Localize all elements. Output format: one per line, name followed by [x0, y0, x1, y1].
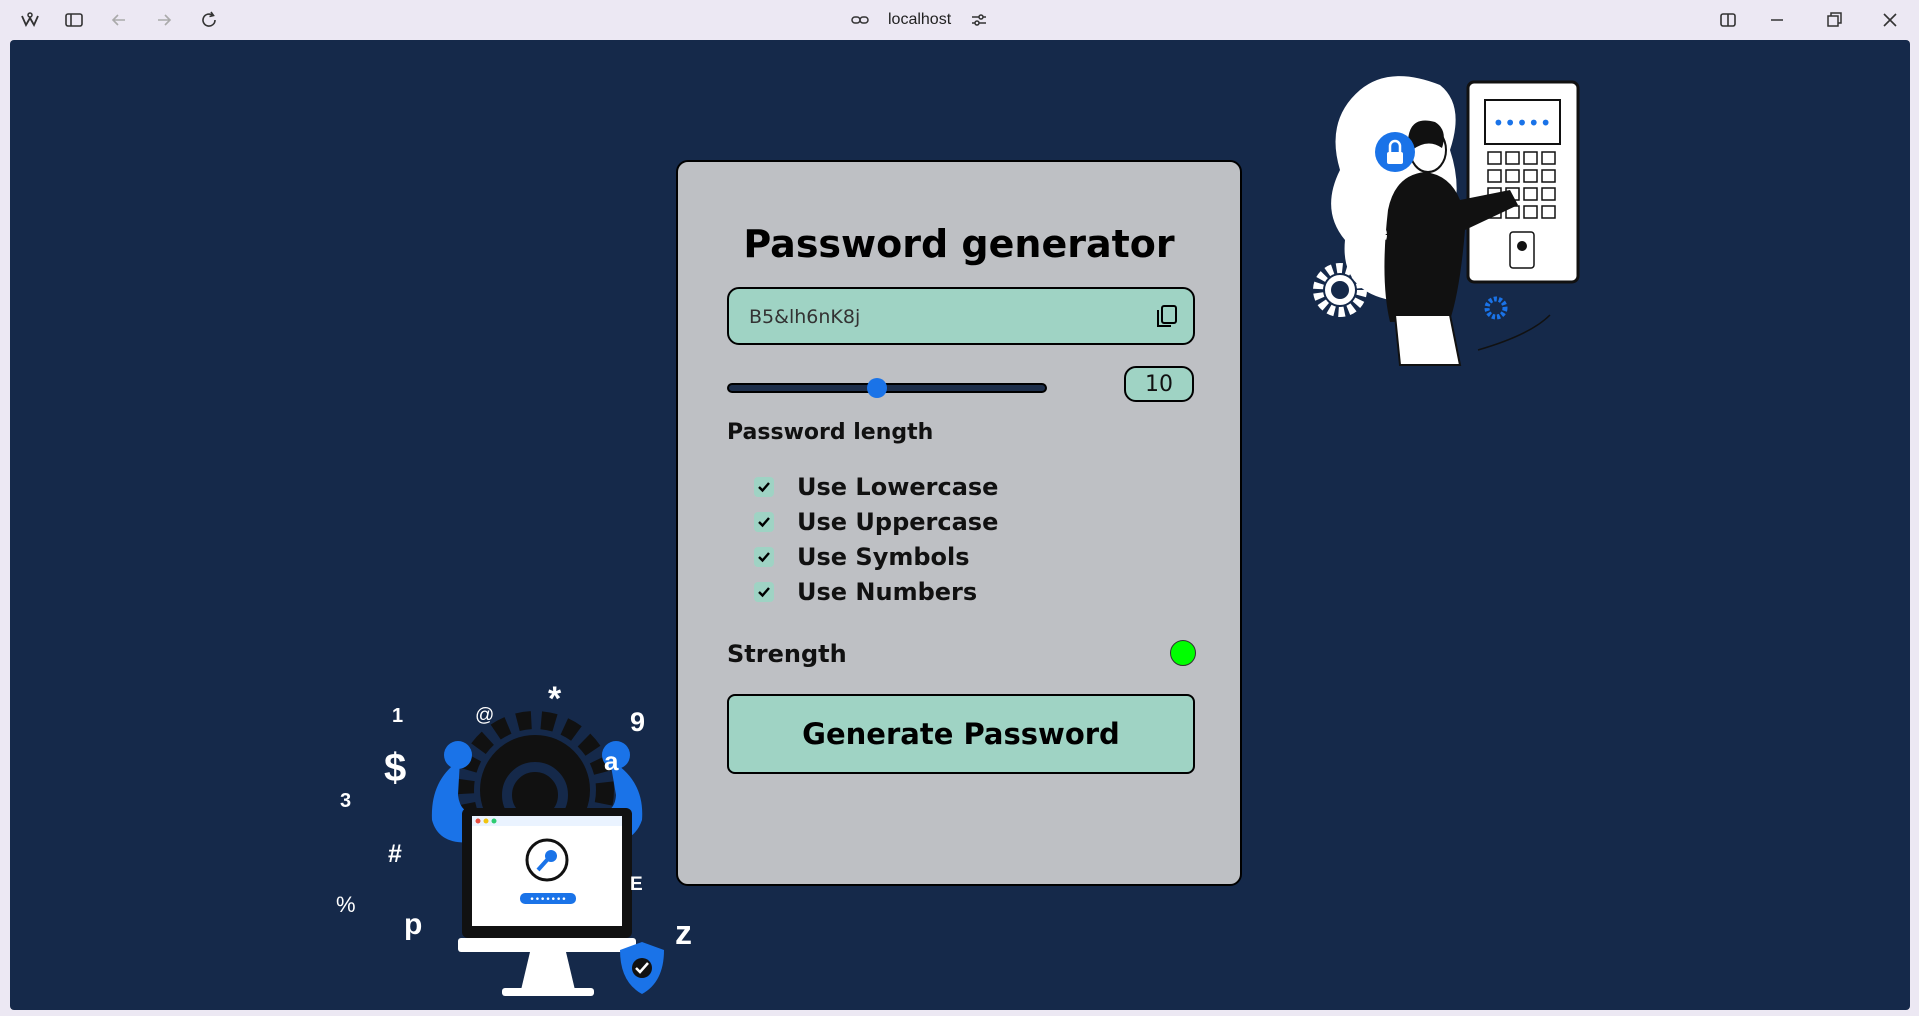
option-symbols[interactable]: Use Symbols — [754, 539, 998, 574]
generate-password-button[interactable]: Generate Password — [727, 694, 1195, 774]
float-char: 1 — [392, 705, 404, 727]
options-list: Use Lowercase Use Uppercase Use Symbols … — [754, 469, 998, 609]
browser-logo-icon[interactable] — [16, 6, 44, 34]
option-lowercase[interactable]: Use Lowercase — [754, 469, 998, 504]
float-char: p — [404, 908, 423, 941]
forward-arrow-icon[interactable] — [150, 6, 178, 34]
page-title: Password generator — [743, 222, 1175, 266]
option-label: Use Lowercase — [797, 472, 999, 501]
float-char: % — [336, 892, 356, 917]
password-generator-card: Password generator B5&lh6nK8j 10 Passwor… — [676, 160, 1242, 886]
page-viewport: ••••• ••••••• 1 @ * 9 $ a 3 # E % p z Pa… — [10, 40, 1910, 1010]
length-value-box[interactable]: 10 — [1124, 366, 1194, 402]
strength-indicator — [1170, 640, 1196, 666]
blue-gear-icon — [1484, 296, 1508, 320]
float-char: @ — [475, 705, 495, 726]
link-icon — [851, 16, 869, 24]
gear-icon — [1313, 263, 1367, 317]
float-char: * — [548, 680, 562, 718]
keypad-person-illustration: ••••• — [1313, 76, 1580, 366]
option-uppercase[interactable]: Use Uppercase — [754, 504, 998, 539]
password-text: B5&lh6nK8j — [749, 306, 861, 328]
restore-icon[interactable] — [1820, 6, 1848, 34]
keypad-screen-text: ••••• — [1493, 111, 1552, 135]
option-label: Use Symbols — [797, 542, 970, 571]
float-char: 9 — [630, 707, 646, 737]
float-char: $ — [384, 746, 407, 790]
checkbox-lowercase[interactable] — [754, 476, 774, 497]
float-char: a — [604, 746, 619, 776]
split-view-icon[interactable] — [1714, 6, 1742, 34]
copy-icon[interactable] — [1153, 302, 1181, 330]
password-length-label: Password length — [727, 420, 934, 445]
checkbox-uppercase[interactable] — [754, 511, 774, 532]
float-char: 3 — [340, 790, 352, 812]
float-char: # — [388, 840, 402, 868]
back-arrow-icon[interactable] — [105, 6, 133, 34]
option-label: Use Uppercase — [797, 507, 999, 536]
float-char: z — [675, 914, 692, 952]
checkmark-icon — [758, 481, 770, 492]
url-text: localhost — [888, 11, 952, 28]
option-numbers[interactable]: Use Numbers — [754, 574, 998, 609]
checkmark-icon — [758, 551, 770, 562]
checkbox-symbols[interactable] — [754, 546, 774, 567]
float-char: E — [630, 874, 643, 895]
svg-text:•••••••: ••••••• — [529, 895, 566, 905]
site-settings-icon[interactable] — [969, 10, 989, 30]
reload-icon[interactable] — [195, 6, 223, 34]
length-slider[interactable] — [727, 378, 1047, 398]
checkmark-icon — [758, 516, 770, 527]
close-icon[interactable] — [1876, 6, 1904, 34]
checkmark-icon — [758, 586, 770, 597]
strength-label: Strength — [727, 640, 847, 668]
checkbox-numbers[interactable] — [754, 581, 774, 602]
sidebar-toggle-icon[interactable] — [60, 6, 88, 34]
slider-thumb[interactable] — [867, 378, 888, 398]
option-label: Use Numbers — [797, 577, 978, 606]
password-output-field[interactable]: B5&lh6nK8j — [727, 287, 1195, 345]
shield-check-icon — [620, 942, 664, 994]
secure-computer-illustration: ••••••• — [431, 711, 664, 996]
address-bar[interactable]: localhost — [850, 6, 989, 34]
minimize-icon[interactable] — [1763, 6, 1791, 34]
browser-toolbar: localhost — [0, 0, 1919, 40]
